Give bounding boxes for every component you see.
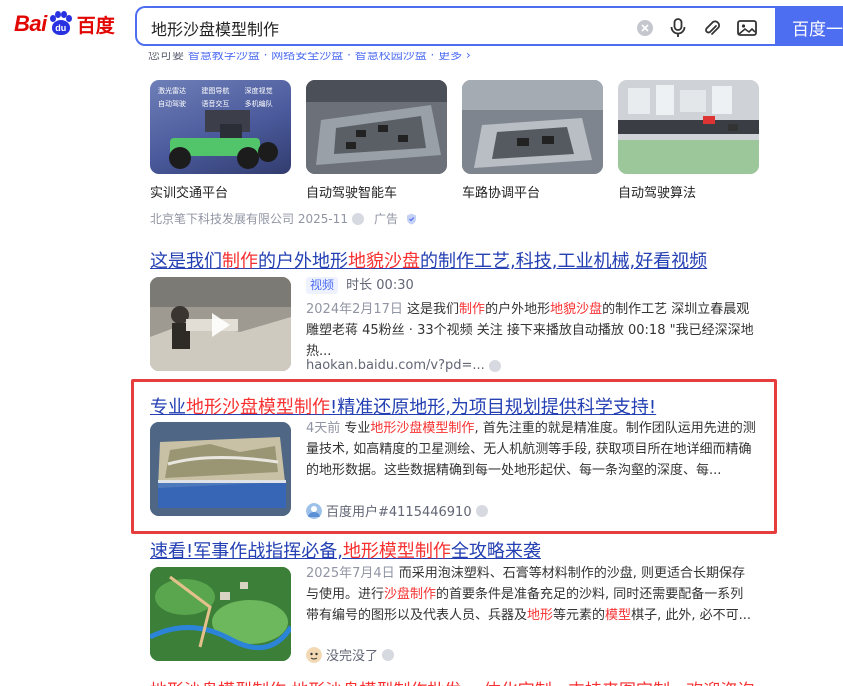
abstract-part: 等元素的	[553, 608, 606, 623]
track-illustration	[306, 80, 447, 174]
result-date: 4天前	[306, 421, 341, 436]
title-highlight: 制作	[222, 251, 258, 272]
result-title-military[interactable]: 速看!军事作战指挥必备,地形模型制作全攻略来袭	[150, 537, 541, 563]
abstract-part: 这是我们	[402, 302, 460, 317]
result-options-icon[interactable]	[488, 359, 501, 372]
ad-image-label[interactable]: 自动驾驶算法	[618, 182, 696, 201]
author-avatar[interactable]	[306, 646, 322, 663]
clear-icon[interactable]	[634, 17, 656, 39]
terrain-model-illustration	[150, 422, 291, 516]
title-part: 全攻略来袭	[450, 541, 541, 562]
ad-options-icon[interactable]	[351, 212, 364, 225]
ad-image-label[interactable]: 自动驾驶智能车	[306, 182, 397, 201]
author-name[interactable]: 没完没了	[326, 645, 378, 664]
video-tag: 视频	[306, 277, 339, 294]
search-button[interactable]: 百度一	[775, 6, 843, 46]
title-highlight: 地形模型制作	[342, 541, 451, 562]
result-url-row: haokan.baidu.com/v?pd=...	[306, 358, 501, 373]
ad-image-smart-car[interactable]	[306, 80, 447, 174]
search-input[interactable]: 地形沙盘模型制作	[135, 6, 775, 46]
author-avatar[interactable]	[306, 502, 322, 519]
ad-image-label[interactable]: 实训交通平台	[150, 182, 228, 201]
title-part: 的户外地形	[258, 251, 348, 272]
abstract-part: 专业	[340, 421, 371, 436]
abstract-highlight: 模型	[605, 608, 632, 623]
abstract-highlight: 地形	[527, 608, 554, 623]
search-query[interactable]: 地形沙盘模型制作	[151, 16, 279, 40]
title-part: 的制作工艺,科技,工业机械,好看视频	[420, 251, 708, 272]
ad-source[interactable]: 北京笔下科技发展有限公司 2025-11	[150, 210, 348, 227]
title-part: 速看!军事作战指挥必备,	[150, 541, 343, 562]
abstract-highlight: 沙盘制作	[384, 587, 437, 602]
ad-meta: 北京笔下科技发展有限公司 2025-11 广告	[150, 210, 417, 227]
logo-du: du	[51, 20, 70, 35]
header: Bai du 百度 地形沙盘模型制作 百度一	[0, 0, 843, 52]
ad-label: 广告	[373, 212, 398, 226]
result-meta-video: 视频 时长 00:30	[306, 275, 756, 296]
abstract-highlight: 地形沙盘模型制作	[370, 421, 475, 436]
baidu-logo[interactable]: Bai du 百度	[14, 6, 115, 42]
result-author-row: 百度用户#4115446910	[306, 501, 488, 520]
abstract-highlight: 地貌沙盘	[550, 302, 603, 317]
microphone-icon[interactable]	[667, 17, 689, 39]
abstract-part: 的户外地形	[485, 302, 551, 317]
platform-illustration	[462, 80, 603, 174]
terrain-model-image[interactable]	[150, 422, 291, 516]
result-options-icon[interactable]	[475, 504, 488, 517]
ad-image-road-platform[interactable]	[462, 80, 603, 174]
title-part: 专业	[150, 397, 186, 418]
result-title-video[interactable]: 这是我们制作的户外地形地貌沙盘的制作工艺,科技,工业机械,好看视频	[150, 247, 707, 273]
ad-image-algorithm[interactable]	[618, 80, 759, 174]
result-abstract-terrain: 4天前 专业地形沙盘模型制作, 首先注重的就是精准度。制作团队运用先进的测量技术…	[306, 418, 756, 481]
next-result-title-cut[interactable]: 地形沙盘模型制作 地形沙盘模型制作批发 一体化定制 · 支持来图定制 · 欢迎咨…	[150, 676, 754, 686]
abstract-highlight: 制作	[459, 302, 486, 317]
ad-image-label[interactable]: 车路协调平台	[462, 182, 540, 201]
result-author-row: 没完没了	[306, 645, 395, 664]
result-date: 2024年2月17日	[306, 302, 403, 317]
result-date: 2025年7月4日	[306, 566, 395, 581]
result-title-terrain[interactable]: 专业地形沙盘模型制作!精准还原地形,为项目规划提供科学支持!	[150, 393, 656, 419]
logo-cn: 百度	[76, 14, 115, 37]
workshop-illustration	[150, 277, 291, 371]
ad-image-robot-car[interactable]: 激光雷达 建图导航 深度视觉 自动驾驶 语音交互 多机编队	[150, 80, 291, 174]
title-highlight: 地貌沙盘	[348, 251, 420, 272]
city-model-illustration	[618, 80, 759, 174]
result-url[interactable]: haokan.baidu.com/v?pd=...	[306, 358, 485, 373]
image-search-icon[interactable]	[736, 17, 758, 39]
title-highlight: 地形沙盘模型制作	[186, 397, 330, 418]
result-abstract-military: 2025年7月4日 而采用泡沫塑料、石膏等材料制作的沙盘, 则更适合长期保存与使…	[306, 563, 756, 626]
title-part: !精准还原地形,为项目规划提供科学支持!	[330, 397, 657, 418]
verified-shield-icon	[406, 213, 417, 225]
title-part: 这是我们	[150, 251, 222, 272]
video-thumbnail[interactable]	[150, 277, 291, 371]
video-duration: 时长 00:30	[346, 278, 414, 293]
abstract-part: 棋子, 此外, 必不可...	[631, 608, 751, 623]
author-name[interactable]: 百度用户#4115446910	[326, 501, 472, 520]
military-model-image[interactable]	[150, 567, 291, 661]
attachment-icon[interactable]	[701, 17, 723, 39]
logo-bai: Bai	[14, 11, 47, 36]
paw-icon: du	[48, 11, 74, 37]
robot-car-illustration	[169, 110, 278, 169]
result-abstract-video: 2024年2月17日 这是我们制作的户外地形地貌沙盘的制作工艺 深圳立春晨观雕塑…	[306, 299, 756, 362]
green-terrain-illustration	[150, 567, 291, 661]
result-options-icon[interactable]	[382, 648, 395, 661]
